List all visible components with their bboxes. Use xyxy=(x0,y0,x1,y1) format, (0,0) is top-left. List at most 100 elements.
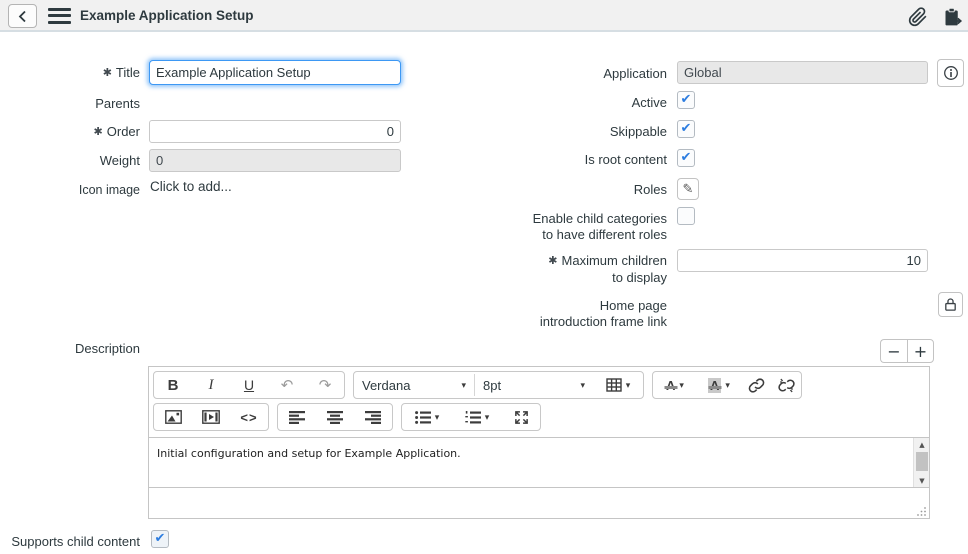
fullscreen-icon xyxy=(514,410,529,425)
chevron-down-icon: ▾ xyxy=(626,380,631,391)
undo-button[interactable]: ↶ xyxy=(268,372,306,398)
table-icon xyxy=(606,378,622,392)
is-root-content-label: Is root content xyxy=(500,152,667,168)
description-editor: B I U ↶ ↷ Verdana ▾ 8pt ▾ xyxy=(148,366,930,519)
align-center-button[interactable] xyxy=(316,404,354,430)
link-icon xyxy=(748,377,765,394)
shrink-field-button[interactable]: − xyxy=(880,339,907,363)
attachment-button[interactable] xyxy=(906,5,930,29)
insert-video-button[interactable] xyxy=(192,404,230,430)
italic-button[interactable]: I xyxy=(192,372,230,398)
chevron-down-icon: ▾ xyxy=(435,412,440,423)
icon-image-add-link[interactable]: Click to add... xyxy=(150,179,232,194)
clipboard-arrow-icon xyxy=(942,7,963,28)
source-code-button[interactable]: <> xyxy=(230,404,268,430)
editor-status-bar xyxy=(149,487,929,519)
numbered-list-icon xyxy=(465,411,481,424)
align-left-button[interactable] xyxy=(278,404,316,430)
field-size-toggle: − + xyxy=(880,339,934,363)
chevron-down-icon: ▾ xyxy=(580,380,585,391)
chevron-left-icon xyxy=(18,10,27,23)
required-marker-icon: ✱ xyxy=(103,66,112,79)
paperclip-icon xyxy=(908,7,928,27)
check-icon: ✔ xyxy=(681,151,692,164)
application-input xyxy=(677,61,928,84)
bullet-list-icon xyxy=(415,411,431,424)
table-menu-button[interactable]: ▾ xyxy=(593,372,643,398)
roles-label: Roles xyxy=(500,182,667,198)
required-marker-icon: ✱ xyxy=(94,125,103,138)
form-screen: Example Application Setup ✱Title Parents… xyxy=(0,0,968,554)
icon-image-label: Icon image xyxy=(0,182,140,198)
skippable-label: Skippable xyxy=(500,124,667,140)
home-page-intro-label: Home page introduction frame link xyxy=(500,298,667,330)
editor-content-area[interactable]: Initial configuration and setup for Exam… xyxy=(149,437,929,487)
weight-label: Weight xyxy=(0,153,140,169)
order-label: ✱Order xyxy=(0,124,140,141)
header-bar: Example Application Setup xyxy=(0,0,968,32)
scrollbar-thumb[interactable] xyxy=(916,452,928,471)
context-menu-icon[interactable] xyxy=(48,8,71,24)
insert-link-button[interactable] xyxy=(741,372,771,398)
supports-child-content-label: Supports child content xyxy=(0,534,140,550)
title-label: ✱Title xyxy=(0,65,140,82)
text-color-icon: A xyxy=(666,378,675,393)
text-color-button[interactable]: A ▾ xyxy=(653,372,697,398)
chevron-down-icon: ▾ xyxy=(485,412,490,423)
application-info-button[interactable] xyxy=(937,59,964,87)
is-root-content-checkbox[interactable]: ✔ xyxy=(677,149,695,167)
unlink-icon xyxy=(778,377,795,394)
pencil-icon: ✎ xyxy=(683,182,694,197)
editor-scrollbar[interactable]: ▲ ▼ xyxy=(913,438,929,487)
bullet-list-button[interactable]: ▾ xyxy=(402,404,452,430)
enable-child-categories-checkbox[interactable] xyxy=(677,207,695,225)
active-checkbox[interactable]: ✔ xyxy=(677,91,695,109)
back-button[interactable] xyxy=(8,4,37,28)
underline-button[interactable]: U xyxy=(230,372,268,398)
font-size-select[interactable]: 8pt ▾ xyxy=(475,372,593,398)
background-color-button[interactable]: A ▾ xyxy=(697,372,741,398)
scroll-down-icon[interactable]: ▼ xyxy=(914,475,929,487)
align-right-button[interactable] xyxy=(354,404,392,430)
numbered-list-button[interactable]: ▾ xyxy=(452,404,502,430)
supports-child-content-checkbox[interactable]: ✔ xyxy=(151,530,169,548)
bold-button[interactable]: B xyxy=(154,372,192,398)
grow-field-button[interactable]: + xyxy=(907,339,934,363)
parents-label: Parents xyxy=(0,96,140,112)
background-color-icon: A xyxy=(708,378,721,393)
title-input[interactable] xyxy=(149,60,401,85)
image-icon xyxy=(165,410,182,424)
info-icon xyxy=(943,65,959,81)
application-label: Application xyxy=(500,66,667,82)
enable-child-categories-label: Enable child categories to have differen… xyxy=(500,211,667,243)
active-label: Active xyxy=(500,95,667,111)
insert-image-button[interactable] xyxy=(154,404,192,430)
home-page-intro-lock-button[interactable] xyxy=(938,292,963,317)
video-icon xyxy=(202,410,220,424)
align-right-icon xyxy=(365,411,381,424)
fullscreen-button[interactable] xyxy=(502,404,540,430)
align-left-icon xyxy=(289,411,305,424)
order-input[interactable] xyxy=(149,120,401,143)
paste-template-button[interactable] xyxy=(940,5,964,29)
skippable-checkbox[interactable]: ✔ xyxy=(677,120,695,138)
plus-icon: + xyxy=(914,342,927,361)
scroll-up-icon[interactable]: ▲ xyxy=(914,439,929,451)
check-icon: ✔ xyxy=(681,93,692,106)
chevron-down-icon: ▾ xyxy=(461,380,466,391)
chevron-down-icon: ▾ xyxy=(679,380,684,391)
font-family-select[interactable]: Verdana ▾ xyxy=(354,372,474,398)
page-title: Example Application Setup xyxy=(80,0,254,32)
redo-button[interactable]: ↷ xyxy=(306,372,344,398)
description-label: Description xyxy=(0,341,140,357)
required-marker-icon: ✱ xyxy=(548,254,557,267)
minus-icon: − xyxy=(887,342,900,361)
roles-edit-button[interactable]: ✎ xyxy=(677,178,699,200)
description-text[interactable]: Initial configuration and setup for Exam… xyxy=(157,447,905,460)
remove-link-button[interactable] xyxy=(771,372,801,398)
check-icon: ✔ xyxy=(681,122,692,135)
maximum-children-input[interactable] xyxy=(677,249,928,272)
weight-input xyxy=(149,149,401,172)
maximum-children-label: ✱Maximum children to display xyxy=(500,253,667,286)
resize-grip[interactable] xyxy=(916,506,927,517)
